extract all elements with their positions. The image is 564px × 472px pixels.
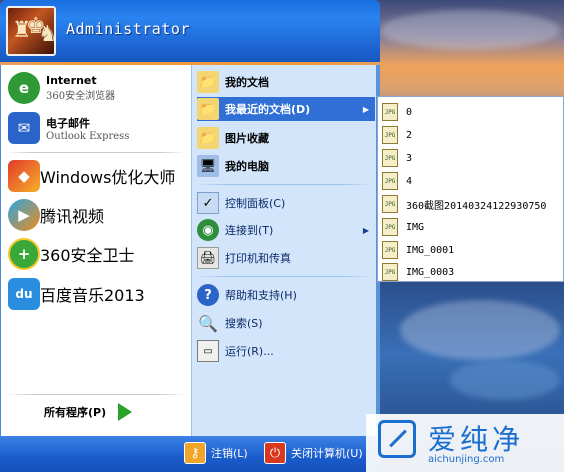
recent-doc-item[interactable]: JPG 3: [382, 147, 562, 169]
my-computer[interactable]: 🖥 我的电脑: [197, 154, 375, 178]
help-support-icon: ?: [197, 284, 219, 306]
search[interactable]: 🔍 搜索(S): [197, 311, 375, 335]
recent-documents[interactable]: 📁 我最近的文档(D) ▶: [197, 97, 375, 121]
watermark-url: aichunjing.com: [428, 454, 505, 465]
all-programs-separator: [6, 394, 186, 395]
recent-doc-label: 0: [406, 106, 413, 118]
jpg-file-icon: JPG: [382, 263, 398, 281]
my-computer-label: 我的电脑: [225, 160, 269, 173]
all-programs-label: 所有程序(P): [44, 406, 107, 419]
pinned-internet-title: Internet: [46, 74, 97, 87]
recent-doc-item[interactable]: JPG 0: [382, 101, 562, 123]
right-separator-1: [197, 184, 372, 185]
control-panel-icon: ✓: [197, 192, 219, 214]
windows-optimizer-icon: ◆: [8, 160, 40, 192]
help-support-label: 帮助和支持(H): [225, 289, 297, 302]
my-pictures-icon: 📁: [197, 127, 219, 149]
recent-doc-label: 360截图20140324122930750: [406, 200, 547, 212]
recent-doc-label: IMG_0001: [406, 244, 455, 256]
printers-and-faxes[interactable]: 🖨 打印机和传真: [197, 246, 375, 270]
recent-documents-submenu: JPG 0 JPG 2 JPG 3 JPG 4 JPG 360截图2014032…: [377, 96, 564, 282]
jpg-file-icon: JPG: [382, 241, 398, 259]
program-360-safeguard[interactable]: + 360安全卫士: [8, 238, 135, 270]
program-label: 腾讯视频: [40, 207, 105, 226]
program-tencent-video[interactable]: ▶ 腾讯视频: [8, 199, 104, 231]
right-separator-2: [197, 276, 372, 277]
control-panel[interactable]: ✓ 控制面板(C): [197, 191, 375, 215]
recent-doc-item[interactable]: JPG 360截图20140324122930750: [382, 193, 562, 215]
baidu-music-icon: du: [8, 278, 40, 310]
site-watermark: 爱纯净 aichunjing.com: [366, 414, 564, 472]
run[interactable]: ▭ 运行(R)...: [197, 339, 375, 363]
recent-doc-item[interactable]: JPG IMG: [382, 216, 562, 238]
all-programs-button[interactable]: 所有程序(P): [44, 403, 133, 421]
recent-doc-label: IMG: [406, 221, 425, 233]
my-pictures[interactable]: 📁 图片收藏: [197, 126, 375, 150]
pinned-email-title: 电子邮件: [46, 116, 90, 130]
program-label: 360安全卫士: [40, 246, 135, 265]
jpg-file-icon: JPG: [382, 103, 398, 121]
search-icon: 🔍: [198, 313, 218, 333]
recent-doc-label: 4: [406, 175, 413, 187]
my-documents-icon: 📁: [197, 71, 219, 93]
jpg-file-icon: JPG: [382, 218, 398, 236]
jpg-file-icon: JPG: [382, 195, 398, 213]
recent-doc-item[interactable]: JPG IMG_0001: [382, 239, 562, 261]
pinned-email-subtitle: Outlook Express: [46, 130, 130, 142]
logoff-icon: ⚷: [184, 442, 206, 464]
pinned-internet[interactable]: e Internet 360安全浏览器: [8, 72, 115, 104]
program-baidu-music[interactable]: du 百度音乐2013: [8, 278, 145, 310]
printers-faxes-label: 打印机和传真: [225, 252, 291, 265]
submenu-arrow-icon: ▶: [362, 225, 369, 235]
my-computer-icon: 🖥: [197, 155, 219, 177]
recent-documents-label: 我最近的文档(D): [225, 103, 311, 116]
my-documents[interactable]: 📁 我的文档: [197, 70, 375, 94]
shutdown-label: 关闭计算机(U): [291, 447, 363, 460]
left-separator: [6, 152, 186, 153]
run-icon: ▭: [197, 340, 219, 362]
user-avatar[interactable]: ♜ ♚ ♞: [6, 6, 56, 56]
browser-360-icon: e: [8, 72, 40, 104]
submenu-arrow-icon: ▶: [362, 104, 369, 114]
logoff-button[interactable]: ⚷ 注销(L): [184, 442, 248, 464]
username: Administrator: [66, 20, 190, 38]
green-arrow-icon: [118, 403, 133, 421]
tencent-video-icon: ▶: [8, 199, 40, 231]
jpg-file-icon: JPG: [382, 149, 398, 167]
recent-doc-item[interactable]: JPG 2: [382, 124, 562, 146]
recent-doc-label: 3: [406, 152, 413, 164]
pinned-internet-subtitle: 360安全浏览器: [46, 91, 116, 102]
control-panel-label: 控制面板(C): [225, 197, 286, 210]
watermark-brand: 爱纯净: [428, 423, 525, 456]
start-menu-header: ♜ ♚ ♞ Administrator: [0, 0, 380, 62]
program-label: 百度音乐2013: [40, 286, 145, 305]
connect-to[interactable]: ◉ 连接到(T) ▶: [197, 218, 375, 242]
connect-to-icon: ◉: [197, 219, 219, 241]
jpg-file-icon: JPG: [382, 126, 398, 144]
recent-doc-label: IMG_0003: [406, 266, 455, 278]
jpg-file-icon: JPG: [382, 172, 398, 190]
outlook-express-icon: ✉: [8, 112, 40, 144]
recent-doc-item[interactable]: JPG IMG_0003: [382, 261, 562, 283]
run-label: 运行(R)...: [225, 345, 274, 358]
program-label: Windows优化大师: [40, 168, 176, 187]
connect-to-label: 连接到(T): [225, 224, 274, 237]
shutdown-button[interactable]: ⏻ 关闭计算机(U): [264, 442, 363, 464]
recent-doc-label: 2: [406, 129, 413, 141]
watermark-logo-icon: [378, 420, 416, 458]
search-label: 搜索(S): [225, 317, 263, 330]
logoff-label: 注销(L): [211, 447, 248, 460]
360-safeguard-icon: +: [8, 238, 40, 270]
pinned-email[interactable]: ✉ 电子邮件 Outlook Express: [8, 112, 129, 144]
start-menu: ♜ ♚ ♞ Administrator e Internet 360安全浏览器 ✉ …: [0, 0, 380, 472]
my-pictures-label: 图片收藏: [225, 132, 269, 145]
recent-documents-icon: 📁: [197, 98, 219, 120]
program-windows-optimizer[interactable]: ◆ Windows优化大师: [8, 160, 175, 192]
printers-faxes-icon: 🖨: [197, 247, 219, 269]
my-documents-label: 我的文档: [225, 76, 269, 89]
power-icon: ⏻: [264, 442, 286, 464]
help-and-support[interactable]: ? 帮助和支持(H): [197, 283, 375, 307]
recent-doc-item[interactable]: JPG 4: [382, 170, 562, 192]
